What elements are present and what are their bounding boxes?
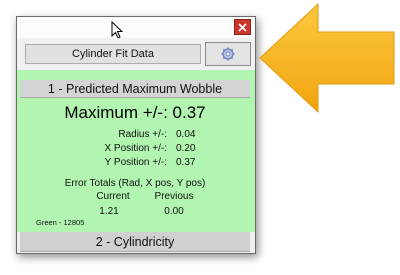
gear-icon bbox=[221, 47, 235, 61]
current-total-value: 1.21 bbox=[99, 206, 119, 217]
data-title-field: Cylinder Fit Data bbox=[25, 44, 201, 64]
previous-total-value: 0.00 bbox=[164, 206, 184, 217]
maximum-wobble-value: Maximum +/-: 0.37 bbox=[64, 103, 206, 122]
close-button[interactable] bbox=[234, 19, 251, 35]
error-totals-title: Error Totals (Rad, X pos, Y pos) bbox=[64, 178, 206, 189]
radius-value: 0.04 bbox=[176, 129, 196, 140]
x-position-label: X Position +/-: bbox=[104, 143, 167, 154]
current-column-header: Current bbox=[96, 191, 130, 202]
screenshot-stage: Cylinder Fit Data 1 - Predicted Maximum … bbox=[0, 0, 400, 275]
section-header-cylindricity[interactable]: 2 - Cylindricity bbox=[20, 232, 250, 252]
x-position-value: 0.20 bbox=[176, 143, 196, 154]
title-bar[interactable] bbox=[17, 17, 255, 39]
previous-column-header: Previous bbox=[154, 191, 194, 202]
radius-label: Radius +/-: bbox=[118, 129, 167, 140]
y-position-value: 0.37 bbox=[176, 157, 196, 168]
settings-button[interactable] bbox=[205, 42, 251, 66]
pointer-arrow-icon bbox=[259, 2, 395, 114]
close-icon bbox=[238, 22, 247, 32]
header-row: Cylinder Fit Data bbox=[17, 38, 255, 70]
status-footer-note: Green - 12805 bbox=[36, 218, 85, 227]
cursor-arrow-icon bbox=[111, 21, 124, 39]
y-position-label: Y Position +/-: bbox=[104, 157, 167, 168]
section-header-predicted-wobble[interactable]: 1 - Predicted Maximum Wobble bbox=[20, 80, 250, 98]
